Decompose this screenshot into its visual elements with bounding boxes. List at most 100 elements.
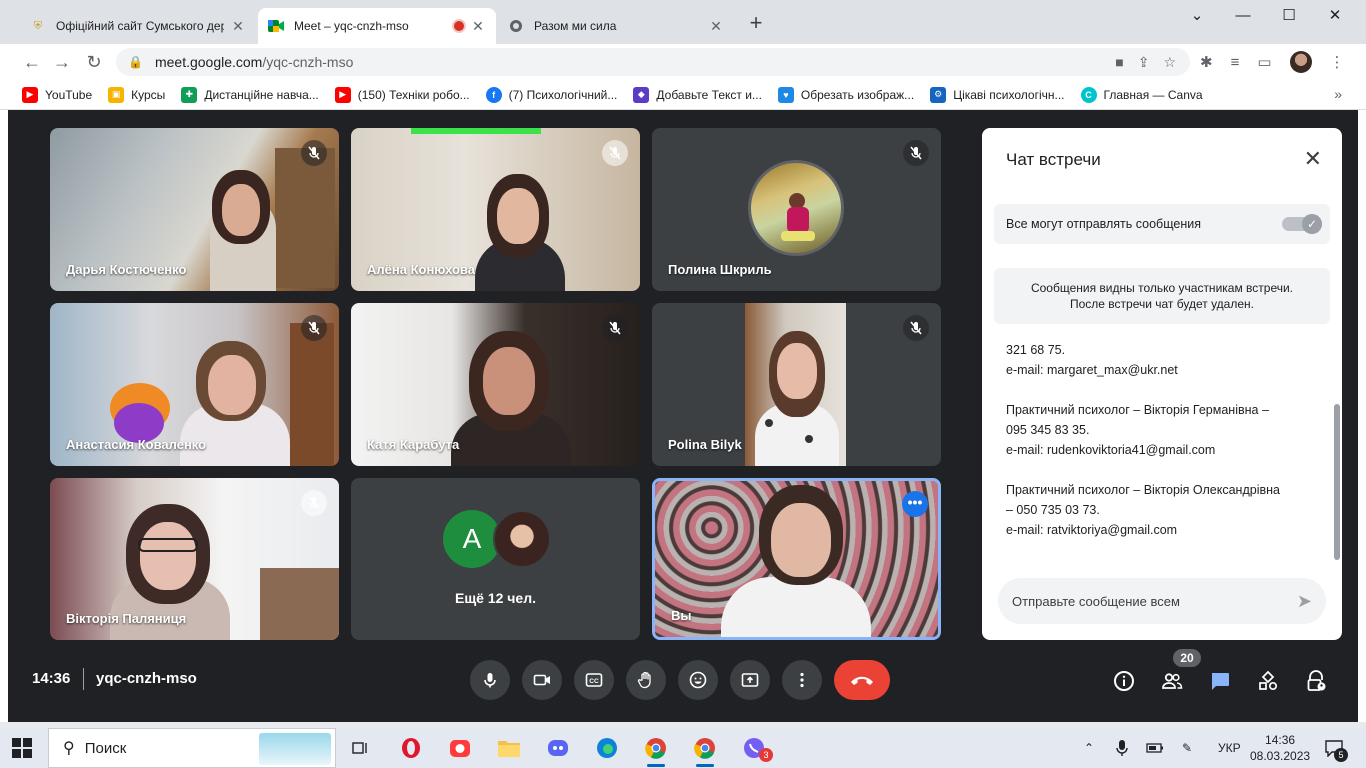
participant-count-badge: 20 bbox=[1173, 649, 1201, 667]
bookmark-label: Добавьте Текст и... bbox=[656, 87, 762, 102]
participant-tile[interactable]: Вікторія Паляниця bbox=[50, 478, 339, 640]
bookmark-psych[interactable]: f (7) Психологічний... bbox=[485, 86, 617, 103]
side-panel-icon[interactable]: ▭ bbox=[1257, 53, 1271, 71]
task-view-icon[interactable] bbox=[346, 734, 376, 762]
activities-button[interactable] bbox=[1255, 668, 1281, 694]
camera-button[interactable] bbox=[522, 660, 562, 700]
reactions-button[interactable] bbox=[678, 660, 718, 700]
star-icon[interactable]: ☆ bbox=[1163, 54, 1176, 71]
chat-panel: Чат встречи ✕ Все могут отправлять сообщ… bbox=[982, 128, 1342, 640]
heart-icon: ♥ bbox=[777, 86, 794, 103]
host-controls-button[interactable] bbox=[1303, 668, 1329, 694]
furniture-background bbox=[260, 568, 339, 640]
people-button[interactable] bbox=[1159, 668, 1185, 694]
microphone-tray-icon[interactable] bbox=[1116, 728, 1128, 768]
pen-icon[interactable]: ✎ bbox=[1182, 728, 1192, 768]
taskbar-search[interactable]: ⚲ Поиск bbox=[48, 728, 336, 768]
toggle-label: Все могут отправлять сообщения bbox=[1006, 217, 1201, 231]
microphone-button[interactable] bbox=[470, 660, 510, 700]
edge-icon[interactable] bbox=[592, 734, 622, 762]
keyboard-language[interactable]: УКР bbox=[1218, 728, 1241, 768]
more-options-button[interactable]: ••• bbox=[902, 491, 928, 517]
windows-taskbar: ⚲ Поиск 3 ⌃ ✎ УКР 14:36 08.03.2023 5 bbox=[0, 728, 1366, 768]
close-icon[interactable]: ✕ bbox=[1304, 146, 1322, 172]
opera-icon[interactable] bbox=[396, 734, 426, 762]
chat-scrollbar[interactable] bbox=[1334, 404, 1340, 560]
notifications-icon[interactable]: 5 bbox=[1324, 728, 1348, 768]
self-tile[interactable]: ••• Вы bbox=[652, 478, 941, 640]
bookmark-interesting[interactable]: ⚙ Цікаві психологічн... bbox=[930, 86, 1065, 103]
tab-razom[interactable]: Разом ми сила ✕ bbox=[498, 8, 734, 44]
bookmark-courses[interactable]: ▣ Курсы bbox=[108, 86, 165, 103]
minimize-button[interactable]: — bbox=[1220, 4, 1266, 28]
browser-tab-strip: ⛨ Офіційний сайт Сумського держ ✕ Meet –… bbox=[0, 0, 1366, 44]
share-icon[interactable]: ⇪ bbox=[1138, 54, 1150, 71]
viber-badge: 3 bbox=[759, 748, 773, 762]
battery-icon[interactable] bbox=[1146, 728, 1164, 768]
close-tab-icon[interactable]: ✕ bbox=[708, 18, 724, 35]
glasses bbox=[138, 538, 198, 552]
participant-tile[interactable]: Polina Bilyk bbox=[652, 303, 941, 466]
leave-call-button[interactable] bbox=[834, 660, 890, 700]
taskbar-clock[interactable]: 14:36 08.03.2023 bbox=[1250, 732, 1310, 764]
bookmark-youtube[interactable]: ▶ YouTube bbox=[22, 86, 92, 103]
bookmark-techniques[interactable]: ▶ (150) Техніки робо... bbox=[334, 86, 470, 103]
file-explorer-icon[interactable] bbox=[494, 734, 524, 762]
profile-avatar[interactable] bbox=[1289, 51, 1312, 73]
chevron-up-icon[interactable]: ⌃ bbox=[1084, 728, 1094, 768]
present-button[interactable] bbox=[730, 660, 770, 700]
camera-app-icon[interactable] bbox=[445, 734, 475, 762]
tab-title: Разом ми сила bbox=[534, 19, 617, 33]
participant-tile[interactable]: Дарья Костюченко bbox=[50, 128, 339, 291]
chrome-icon[interactable] bbox=[690, 734, 720, 767]
bookmark-canva[interactable]: C Главная — Canva bbox=[1080, 86, 1203, 103]
participant-tile[interactable]: Катя Карабута bbox=[351, 303, 640, 466]
meet-icon bbox=[268, 18, 284, 34]
close-tab-icon[interactable]: ✕ bbox=[470, 18, 486, 35]
more-options-button[interactable] bbox=[782, 660, 822, 700]
chrome-icon[interactable] bbox=[641, 734, 671, 767]
mic-off-icon bbox=[301, 140, 327, 166]
reload-button[interactable]: ↻ bbox=[82, 50, 106, 74]
participant-tile[interactable]: Анастасия Коваленко bbox=[50, 303, 339, 466]
tab-meet[interactable]: Meet – yqc-cnzh-mso ✕ bbox=[258, 8, 496, 44]
media-control-icon[interactable]: ≡ bbox=[1231, 54, 1240, 71]
camera-icon[interactable]: ■ bbox=[1115, 54, 1123, 70]
send-icon[interactable]: ➤ bbox=[1297, 591, 1312, 612]
windows-start-button[interactable] bbox=[12, 738, 32, 758]
back-button[interactable]: ← bbox=[20, 50, 44, 74]
message-line: e-mail: margaret_max@ukr.net bbox=[1006, 363, 1178, 377]
bookmark-addtext[interactable]: ◆ Добавьте Текст и... bbox=[633, 86, 762, 103]
chevron-right-icon[interactable]: » bbox=[1334, 86, 1342, 102]
close-tab-icon[interactable]: ✕ bbox=[230, 18, 246, 35]
discord-icon[interactable] bbox=[543, 734, 573, 762]
raise-hand-button[interactable] bbox=[626, 660, 666, 700]
address-bar[interactable]: 🔒 meet.google.com/yqc-cnzh-mso ■ ⇪ ☆ bbox=[116, 48, 1190, 76]
bookmark-label: Обрезать изображ... bbox=[800, 87, 915, 102]
close-window-button[interactable]: ✕ bbox=[1312, 4, 1358, 28]
chat-permission-toggle[interactable]: ✓ bbox=[1282, 214, 1322, 234]
bookmark-crop[interactable]: ♥ Обрезать изображ... bbox=[777, 86, 915, 103]
participant-tile[interactable]: Алёна Конюхова bbox=[351, 128, 640, 291]
extensions-icon[interactable]: ✱ bbox=[1200, 53, 1213, 71]
activities-icon bbox=[1259, 670, 1278, 691]
tab-sumy-site[interactable]: ⛨ Офіційний сайт Сумського держ ✕ bbox=[20, 8, 256, 44]
participant-tile[interactable]: Полина Шкриль bbox=[652, 128, 941, 291]
captions-button[interactable]: CC bbox=[574, 660, 614, 700]
bookmark-distance[interactable]: ✚ Дистанційне навча... bbox=[181, 86, 319, 103]
viber-icon[interactable]: 3 bbox=[739, 734, 773, 762]
person-face bbox=[771, 503, 831, 577]
chat-message-input[interactable] bbox=[1012, 593, 1297, 609]
chrome-icon: C bbox=[1080, 86, 1097, 103]
person-face bbox=[208, 355, 256, 415]
door-background bbox=[275, 148, 335, 288]
new-tab-button[interactable]: + bbox=[745, 12, 767, 34]
meeting-details-button[interactable] bbox=[1111, 668, 1137, 694]
chevron-down-icon[interactable]: ⌄ bbox=[1174, 4, 1220, 28]
chat-button[interactable] bbox=[1207, 668, 1233, 694]
participant-name: Дарья Костюченко bbox=[66, 262, 187, 277]
menu-dots-icon[interactable]: ⋮ bbox=[1330, 53, 1345, 71]
maximize-button[interactable]: ☐ bbox=[1266, 4, 1312, 28]
forward-button[interactable]: → bbox=[50, 50, 74, 74]
more-participants-tile[interactable]: A Ещё 12 чел. bbox=[351, 478, 640, 640]
